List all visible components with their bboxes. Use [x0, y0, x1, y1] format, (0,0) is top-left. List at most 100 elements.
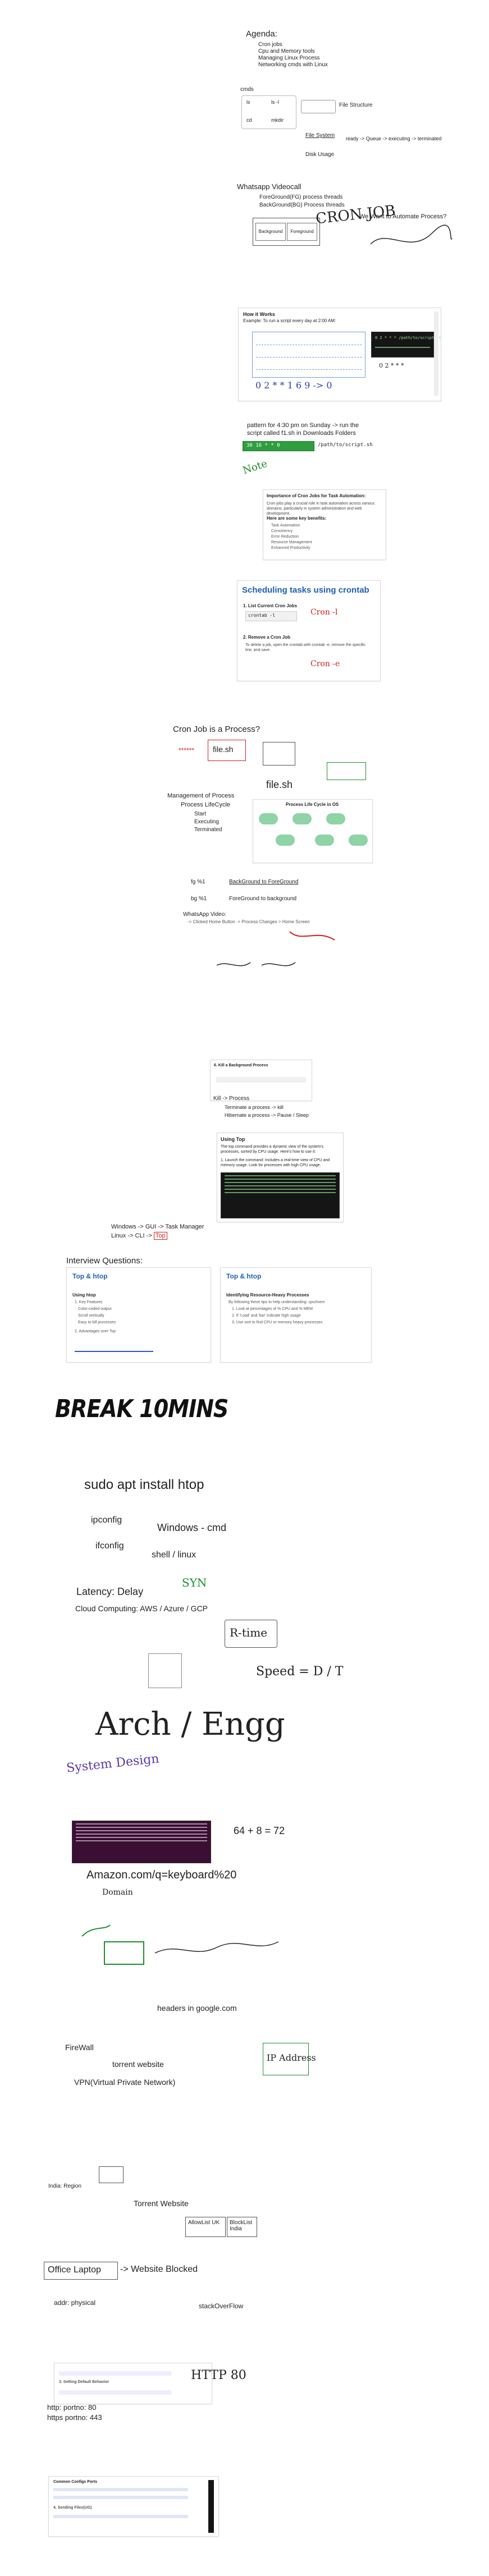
whatsapp-video-desc: -> Clicked Home Button -> Process Change…	[188, 919, 310, 924]
terminal-screenshot	[72, 1821, 211, 1863]
http-hand: HTTP 80	[191, 2368, 246, 2382]
list-item: 2. If 'Load' and 'bar' indicate high usa…	[232, 1314, 301, 1318]
common-ports-slide: Common Configs Ports 4. Sending Files(UG…	[48, 2476, 219, 2537]
list-item: 2. Advantages over Top	[75, 1330, 116, 1333]
bg-threads: BackGround(BG) Process threads	[259, 202, 345, 208]
shell-linux: shell / linux	[152, 1550, 196, 1560]
whatsapp-video: WhatsApp Video:	[183, 911, 227, 918]
list-item: Consistency	[271, 529, 293, 533]
process-question: Cron Job is a Process?	[173, 725, 261, 734]
amazon-url: Amazon.com/q=keyboard%20	[86, 1869, 237, 1881]
office-laptop-label: Office Laptop	[48, 2265, 101, 2275]
ipconfig-label: ipconfig	[91, 1515, 122, 1525]
sched-hand1: Cron -l	[310, 608, 338, 617]
laptop-box	[99, 2166, 124, 2183]
cmds-label: cmds	[240, 86, 254, 93]
allowlist-box: AllowList UK	[185, 2217, 226, 2237]
latency-label: Latency: Delay	[76, 1586, 144, 1597]
pattern-path: /path/to/script.sh	[318, 442, 373, 448]
website-blocked: -> Website Blocked	[120, 2265, 198, 2274]
list-item: Cpu and Memory tools	[258, 48, 315, 54]
india-region: India: Region	[48, 2183, 81, 2189]
list-item: Managing Linux Process	[258, 55, 320, 61]
cmds-box: ls ls -l cd mkdir	[241, 95, 296, 129]
slide-subtitle: Example: To run a script every day at 2:…	[243, 318, 336, 323]
break-banner: BREAK 10MINS	[55, 1394, 228, 1423]
cmd-ls: ls	[246, 99, 250, 105]
linux-cli: Linux -> CLI -> Top	[111, 1232, 167, 1240]
card-title: Top & htop	[226, 1272, 262, 1280]
headers-google: headers in google.com	[157, 2004, 237, 2013]
speed-formula: Speed = D / T	[256, 1665, 344, 1679]
note-hand: Note	[241, 457, 269, 477]
list-item: Easy to kill processes	[78, 1321, 116, 1324]
blocklist-label: BlockList India	[230, 2220, 253, 2232]
kill-item1: Terminate a process -> kill	[225, 1104, 284, 1110]
vpn-label: VPN(Virtual Private Network)	[74, 2078, 176, 2087]
sched-cmd-box: crontab -l	[245, 611, 297, 621]
diagram-title: Process Life Cycle in OS	[286, 802, 339, 807]
pattern-cmd: 30 16 * * 0	[246, 443, 280, 448]
file-structure-label: File Structure	[339, 102, 373, 108]
ports-slide2-title: 4. Sending Files(UG)	[53, 2506, 92, 2510]
arrow-box	[301, 100, 336, 113]
list-item: Cron jobs	[258, 42, 282, 48]
cron-cmd: 0 2 * * * /path/to/script.sh	[375, 336, 442, 340]
file-box: file.sh	[208, 740, 246, 761]
list-item: Start	[194, 811, 207, 817]
file-name: file.sh	[213, 745, 234, 754]
cmds-notes: cmds ls ls -l cd mkdir File Structure Fi…	[235, 84, 476, 168]
process-flow: ready -> Queue -> executing -> terminate…	[346, 136, 442, 141]
kill-item2: Hibernate a process -> Pause / Sleep	[225, 1112, 309, 1118]
sched-step1: 1. List Current Cron Jobs	[243, 603, 298, 608]
interview-card-2: Top & htop Identifying Resource-Heavy Pr…	[220, 1267, 372, 1363]
rtime-label: R-time	[230, 1626, 268, 1639]
whatsapp-title: Whatsapp Videocall	[237, 182, 301, 191]
list-item: Terminated	[194, 827, 222, 833]
slide-scrollbar[interactable]	[208, 2480, 214, 2533]
file-name-2: file.sh	[266, 779, 293, 790]
ip-address-label: IP Address	[267, 2052, 316, 2063]
disk-usage-label: Disk Usage	[305, 152, 335, 158]
importance-para: Cron jobs play a crucial role in task au…	[267, 502, 375, 516]
bg-desc: ForeGround to background	[229, 896, 297, 902]
process-thread-box	[327, 762, 366, 780]
process-scribbles	[216, 931, 335, 966]
slide-scrollbar[interactable]	[434, 311, 438, 396]
list-item: Scroll vertically	[78, 1314, 104, 1318]
sched-step2: 2. Remove a Cron Job	[243, 635, 291, 640]
small-diagram	[148, 1653, 182, 1688]
cron-handwrite: 0 2 * * 1 6 9 -> 0	[255, 380, 332, 391]
benefits-title: Here are some key benefits:	[267, 516, 327, 521]
interview-card-1: Top & htop Using htop 1. Key Features Co…	[66, 1267, 211, 1363]
annotation-scribble	[370, 224, 453, 245]
list-item: 1. Look at percentages of % CPU and % ME…	[232, 1307, 313, 1311]
linux-cli-label: Linux -> CLI ->	[111, 1232, 152, 1239]
sched-cmd: crontab -l	[248, 613, 276, 618]
google-scribbles	[81, 1924, 279, 1965]
terminal-snippet: 0 2 * * * /path/to/script.sh	[371, 332, 441, 357]
cmd-ls-l: ls -l	[271, 99, 279, 105]
windows-cmd: Windows - cmd	[157, 1522, 227, 1533]
allowlist-label: AllowList UK	[188, 2220, 220, 2226]
http-port: http: portno: 80	[47, 2403, 97, 2412]
sched-step2-desc: To delete a job, open the crontab with c…	[245, 643, 366, 652]
linux-top: Top	[153, 1232, 167, 1240]
list-item: Color-coded output	[78, 1307, 112, 1311]
list-item: Executing	[194, 819, 219, 825]
system-design: System Design	[66, 1752, 160, 1776]
calc: 64 + 8 = 72	[234, 1825, 285, 1836]
top-step1: 1. Launch the command: Includes a real-t…	[221, 1158, 330, 1167]
card-heading: Using htop	[72, 1292, 96, 1298]
windows-task: Windows -> GUI -> Task Manager	[111, 1223, 204, 1230]
ip-address-box: IP Address	[263, 2043, 316, 2075]
stars: ******	[179, 746, 195, 754]
kill-title: Kill -> Process	[213, 1096, 250, 1102]
threads-diagram: Background Foreground	[253, 218, 320, 246]
bg-cmd: bg %1	[191, 896, 207, 902]
sched-hand2: Cron -e	[310, 659, 340, 668]
top-slide: Using Top The top command provides a dyn…	[217, 1133, 344, 1222]
importance-title: Importance of Cron Jobs for Task Automat…	[267, 493, 366, 498]
kill-slide-title: 6. Kill a Background Process	[214, 1064, 268, 1067]
list-item: Enhanced Productivity	[271, 546, 310, 550]
